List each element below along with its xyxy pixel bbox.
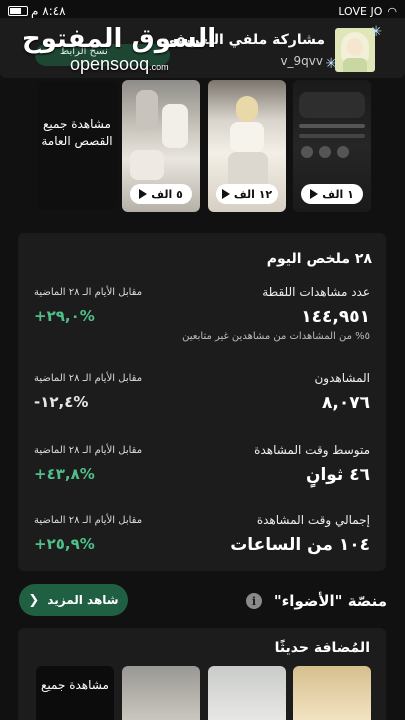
brand-arabic: السوق المفتوح — [22, 24, 217, 54]
metric-label: عدد مشاهدات اللقطة — [262, 285, 370, 299]
avatar[interactable] — [335, 28, 375, 72]
metric-row: متوسط وقت المشاهدة ٤٦ ثوانٍ مقابل الأيام… — [18, 443, 386, 513]
story-card[interactable]: ١ الف — [293, 80, 371, 212]
chevron-left-icon: ❮ — [28, 592, 40, 608]
metric-value: ١٠٤ من الساعات — [230, 535, 370, 555]
play-icon — [221, 189, 230, 199]
wifi-icon: ◠ — [387, 4, 397, 18]
sparkle-icon: ✳ — [370, 24, 382, 40]
summary-title: ٢٨ ملخص اليوم — [266, 251, 372, 267]
profile-handle: v_9qvv — [280, 54, 323, 68]
compare-change: +٤٣,٨% — [34, 465, 95, 483]
status-right: LOVE JO ◠ — [338, 5, 397, 18]
compare-change: +٢٥,٩% — [34, 535, 95, 553]
see-more-button[interactable]: شاهد المزيد ❮ — [19, 584, 128, 616]
metric-value: ١٤٤,٩٥١ — [301, 307, 370, 327]
recent-title: المُضافة حديثًا — [274, 640, 370, 656]
compare-label: مقابل الأيام الـ ٢٨ الماضية — [34, 287, 143, 298]
metric-label: المشاهدون — [314, 371, 370, 385]
see-more-label: شاهد المزيد — [47, 593, 119, 607]
story-views-badge: ٥ الف — [130, 184, 192, 204]
story-views-badge: ١٢ الف — [216, 184, 278, 204]
metric-row: المشاهدون ٨,٠٧٦ مقابل الأيام الـ ٢٨ الما… — [18, 371, 386, 441]
see-all-recent-button[interactable]: مشاهدة جميع — [36, 666, 114, 720]
sparkle-icon: ✳ — [325, 56, 337, 72]
status-left: ٨:٤٨ م — [8, 4, 66, 18]
story-views-badge: ١ الف — [301, 184, 363, 204]
metric-row: إجمالي وقت المشاهدة ١٠٤ من الساعات مقابل… — [18, 513, 386, 583]
see-all-stories-button[interactable]: مشاهدة جميع القصص العامة — [37, 82, 117, 210]
compare-label: مقابل الأيام الـ ٢٨ الماضية — [34, 515, 143, 526]
compare-label: مقابل الأيام الـ ٢٨ الماضية — [34, 373, 143, 384]
status-time: ٨:٤٨ م — [31, 4, 66, 18]
recent-thumbnail[interactable] — [208, 666, 286, 720]
compare-change: -١٢,٤% — [34, 393, 89, 411]
compare-label: مقابل الأيام الـ ٢٨ الماضية — [34, 445, 143, 456]
story-card[interactable]: ٥ الف — [122, 80, 200, 212]
metric-value: ٤٦ ثوانٍ — [305, 465, 370, 485]
story-card[interactable]: ١٢ الف — [208, 80, 286, 212]
metric-row: عدد مشاهدات اللقطة ١٤٤,٩٥١ ٥% من المشاهد… — [18, 285, 386, 355]
spotlight-header: منصّة "الأضواء" i شاهد المزيد ❮ — [0, 584, 405, 618]
recent-thumbnail[interactable] — [122, 666, 200, 720]
metric-value: ٨,٠٧٦ — [322, 393, 370, 413]
play-icon — [139, 189, 148, 199]
metric-label: إجمالي وقت المشاهدة — [256, 513, 370, 527]
compare-change: +٢٩,٠% — [34, 307, 95, 325]
brand-latin: opensooq.com — [70, 54, 169, 74]
play-icon — [310, 189, 319, 199]
battery-icon — [8, 6, 28, 16]
daily-summary-card: ٢٨ ملخص اليوم عدد مشاهدات اللقطة ١٤٤,٩٥١… — [18, 233, 386, 571]
recent-thumbnail[interactable] — [293, 666, 371, 720]
metric-label: متوسط وقت المشاهدة — [254, 443, 370, 457]
spotlight-title: منصّة "الأضواء" — [273, 592, 387, 610]
opensooq-watermark: نسخ الرابط السوق المفتوح opensooq.com — [0, 18, 216, 78]
recently-added-card: المُضافة حديثًا مشاهدة جميع — [18, 628, 386, 720]
metric-note: ٥% من المشاهدات من مشاهدين غير متابعين — [182, 331, 370, 342]
info-icon[interactable]: i — [246, 593, 262, 609]
carrier-label: LOVE JO — [338, 4, 383, 18]
